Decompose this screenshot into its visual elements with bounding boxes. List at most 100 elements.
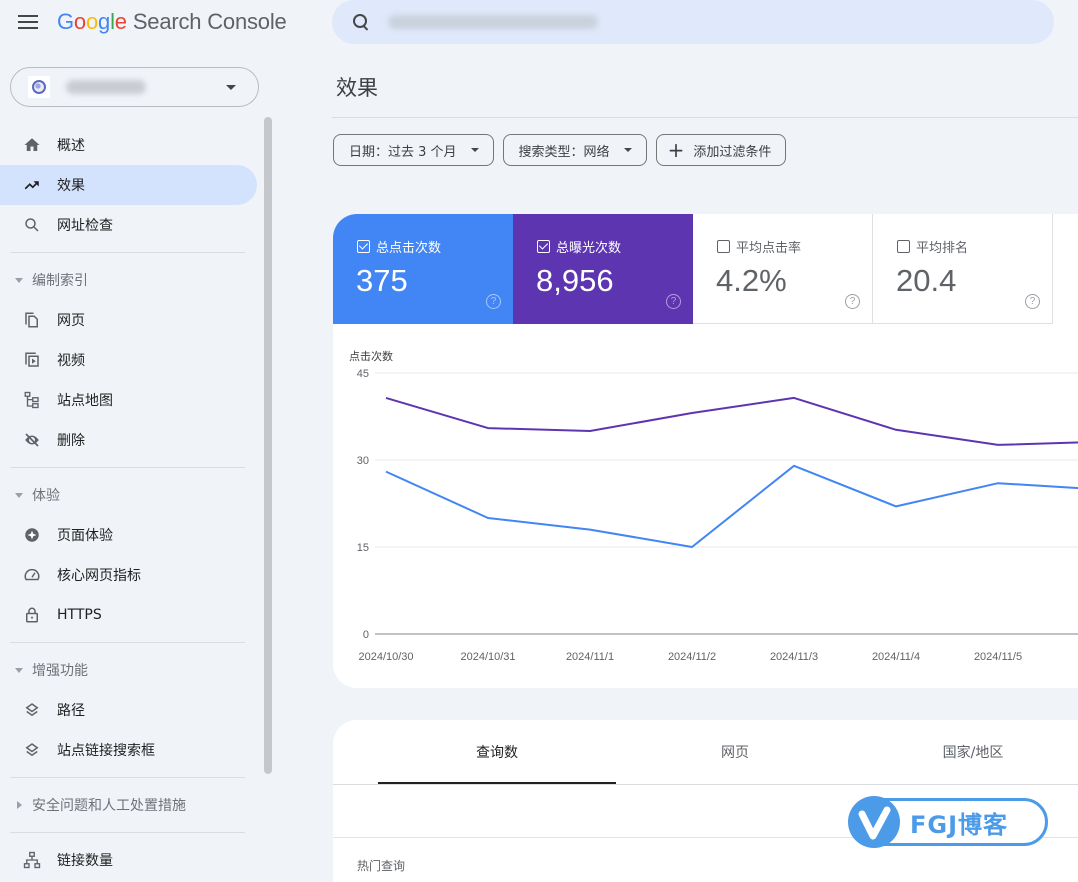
sidebar-item-links[interactable]: 链接数量 bbox=[0, 840, 257, 880]
help-icon[interactable]: ? bbox=[1025, 294, 1040, 309]
help-icon[interactable]: ? bbox=[486, 294, 501, 309]
search-input-obscured-text[interactable] bbox=[388, 15, 598, 29]
section-indexing[interactable]: 编制索引 bbox=[0, 260, 262, 300]
sitemap-icon bbox=[22, 390, 42, 410]
performance-chart[interactable]: 点击次数 0 15 30 45 2024/10/30 2024/10/31 2024/11… bbox=[333, 334, 1078, 688]
search-type-label: 搜索类型：网络 bbox=[518, 144, 610, 160]
metric-value: 20.4 bbox=[896, 263, 957, 298]
sidebar-item-label: 站点地图 bbox=[57, 393, 113, 409]
sidebar-item-label: 网页 bbox=[57, 313, 85, 329]
metric-value: 375 bbox=[356, 263, 408, 298]
title-divider bbox=[332, 117, 1078, 118]
sidebar-item-core-web-vitals[interactable]: 核心网页指标 bbox=[0, 555, 257, 595]
caret-down-icon bbox=[15, 667, 23, 673]
divider bbox=[10, 252, 245, 253]
sidebar-item-sitemaps[interactable]: 站点地图 bbox=[0, 380, 257, 420]
dropdown-arrow-icon bbox=[470, 148, 479, 152]
trending-up-icon bbox=[22, 175, 42, 195]
url-inspect-search-bar[interactable] bbox=[332, 0, 1054, 44]
metric-card-average-position[interactable]: 平均排名 20.4 ? bbox=[873, 214, 1053, 324]
section-experience[interactable]: 体验 bbox=[0, 475, 262, 515]
checkbox-checked-icon[interactable] bbox=[357, 240, 370, 253]
sidebar-item-page-experience[interactable]: 页面体验 bbox=[0, 515, 257, 555]
sidebar-item-pages[interactable]: 网页 bbox=[0, 300, 257, 340]
sidebar-item-breadcrumbs[interactable]: 路径 bbox=[0, 690, 257, 730]
search-icon bbox=[352, 13, 370, 31]
help-icon[interactable]: ? bbox=[666, 294, 681, 309]
sidebar-nav: 概述 效果 网址检查 编制索引 网页 视频 站点地图 删除 体验 页面体验 核心 bbox=[0, 125, 262, 880]
metric-label: 总点击次数 bbox=[376, 241, 442, 256]
logo-letter: G bbox=[57, 9, 74, 34]
x-tick-label: 2024/11/3 bbox=[770, 651, 818, 663]
main-menu-button[interactable] bbox=[18, 12, 40, 32]
sidebar-item-sitelinks-searchbox[interactable]: 站点链接搜索框 bbox=[0, 730, 257, 770]
google-search-console-logo[interactable]: Google Search Console bbox=[57, 9, 287, 35]
checkbox-checked-icon[interactable] bbox=[537, 240, 550, 253]
page-experience-icon bbox=[22, 525, 42, 545]
metric-card-total-clicks[interactable]: 总点击次数 375 ? bbox=[333, 214, 513, 324]
metric-card-total-impressions[interactable]: 总曝光次数 8,956 ? bbox=[513, 214, 693, 324]
hamburger-icon-line bbox=[18, 21, 38, 23]
page-title: 效果 bbox=[336, 76, 378, 100]
sidebar-item-https[interactable]: HTTPS bbox=[0, 595, 257, 635]
section-label: 体验 bbox=[32, 488, 60, 504]
y-tick-label: 15 bbox=[357, 542, 369, 554]
sidebar-item-performance[interactable]: 效果 bbox=[0, 165, 257, 205]
divider bbox=[10, 777, 245, 778]
section-enhancements[interactable]: 增强功能 bbox=[0, 650, 262, 690]
metric-value: 4.2% bbox=[716, 263, 787, 298]
logo-letter: o bbox=[73, 9, 86, 34]
caret-down-icon bbox=[15, 492, 23, 498]
layers-icon bbox=[22, 700, 42, 720]
x-tick-label: 2024/11/1 bbox=[566, 651, 614, 663]
section-label: 编制索引 bbox=[32, 273, 88, 289]
lock-icon bbox=[22, 605, 42, 625]
layers-icon bbox=[22, 740, 42, 760]
search-type-filter-chip[interactable]: 搜索类型：网络 bbox=[502, 134, 647, 166]
sidebar-item-url-inspection[interactable]: 网址检查 bbox=[0, 205, 257, 245]
metric-card-average-ctr[interactable]: 平均点击率 4.2% ? bbox=[693, 214, 873, 324]
sidebar-item-label: 效果 bbox=[57, 178, 85, 194]
metric-label: 平均排名 bbox=[916, 241, 969, 256]
x-tick-label: 2024/10/31 bbox=[460, 651, 515, 663]
sidebar-item-label: 链接数量 bbox=[57, 853, 113, 869]
y-tick-label: 0 bbox=[363, 629, 369, 641]
sidebar-scrollbar[interactable] bbox=[264, 117, 272, 774]
dimension-tabs: 查询数 网页 国家/地区 bbox=[378, 720, 1078, 785]
add-filter-button[interactable]: + 添加过滤条件 bbox=[655, 134, 787, 166]
sidebar-item-overview[interactable]: 概述 bbox=[0, 125, 257, 165]
series-line bbox=[385, 396, 1078, 446]
tab-pages[interactable]: 网页 bbox=[616, 720, 854, 784]
globe-icon bbox=[28, 76, 50, 98]
metric-value: 8,956 bbox=[536, 263, 614, 298]
section-security-manual-actions[interactable]: 安全问题和人工处置措施 bbox=[0, 785, 262, 825]
checkmark-icon bbox=[848, 796, 900, 848]
x-tick-label: 2024/10/30 bbox=[358, 651, 413, 663]
speed-gauge-icon bbox=[22, 565, 42, 585]
sidebar-item-removals[interactable]: 删除 bbox=[0, 420, 257, 460]
tabs-divider bbox=[333, 784, 1078, 785]
metric-label: 总曝光次数 bbox=[556, 241, 622, 256]
date-filter-label: 日期：过去 3 个月 bbox=[349, 144, 457, 160]
sidebar-item-videos[interactable]: 视频 bbox=[0, 340, 257, 380]
table-title: 热门查询 bbox=[357, 859, 406, 873]
checkbox-unchecked-icon[interactable] bbox=[717, 240, 730, 253]
x-tick-label: 2024/11/5 bbox=[974, 651, 1022, 663]
section-label: 增强功能 bbox=[32, 663, 88, 679]
date-filter-chip[interactable]: 日期：过去 3 个月 bbox=[333, 134, 494, 166]
help-icon[interactable]: ? bbox=[845, 294, 860, 309]
tab-queries[interactable]: 查询数 bbox=[378, 720, 616, 785]
sidebar-item-label: 核心网页指标 bbox=[57, 568, 141, 584]
divider bbox=[10, 642, 245, 643]
checkbox-unchecked-icon[interactable] bbox=[897, 240, 910, 253]
sidebar-item-label: 删除 bbox=[57, 433, 85, 449]
series-line bbox=[385, 464, 1078, 548]
add-filter-label: 添加过滤条件 bbox=[693, 144, 772, 160]
section-label: 安全问题和人工处置措施 bbox=[32, 798, 186, 814]
sidebar-item-label: 站点链接搜索框 bbox=[57, 743, 155, 759]
property-selector[interactable] bbox=[10, 67, 259, 107]
divider bbox=[10, 832, 245, 833]
video-icon bbox=[22, 350, 42, 370]
tab-countries[interactable]: 国家/地区 bbox=[854, 720, 1078, 784]
caret-down-icon bbox=[15, 277, 23, 283]
